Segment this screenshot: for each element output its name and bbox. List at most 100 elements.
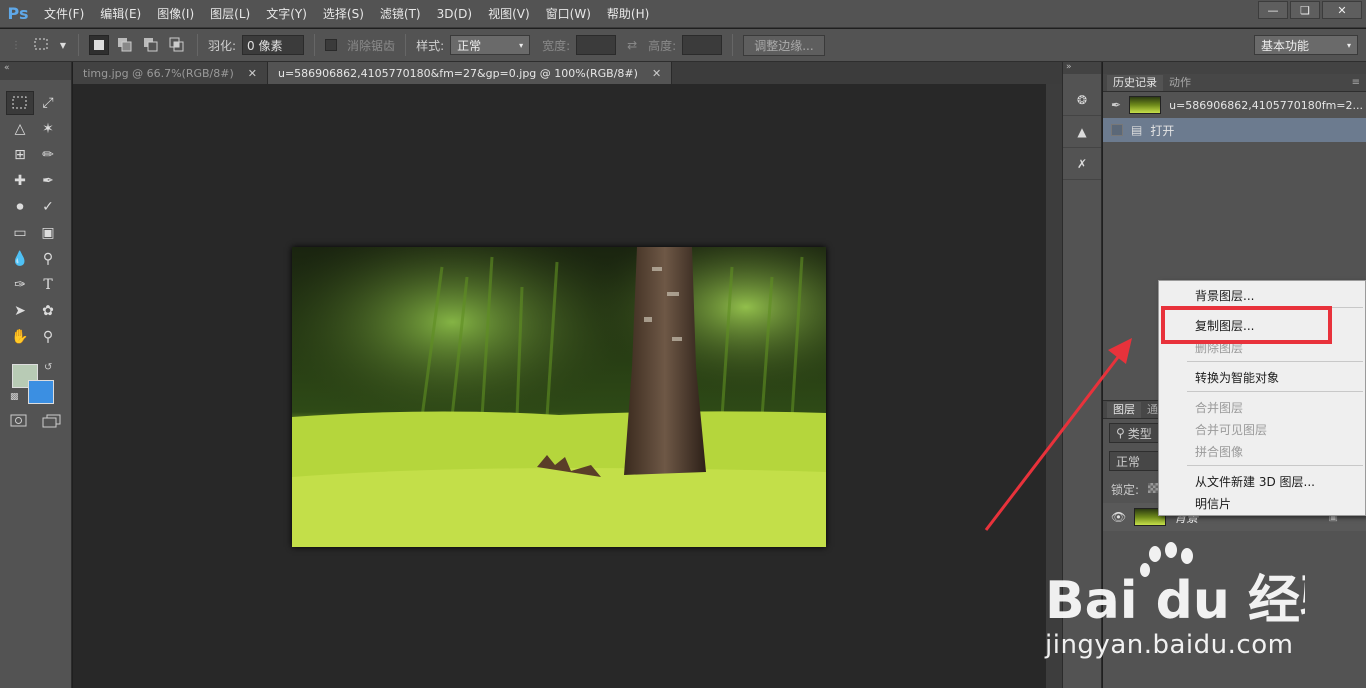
default-colors-icon[interactable]: ▩ — [10, 392, 19, 402]
zoom-tool-icon[interactable]: ⚲ — [34, 325, 62, 349]
tab-actions[interactable]: 动作 — [1163, 75, 1197, 91]
screen-mode-icon[interactable] — [42, 414, 62, 431]
menu-window[interactable]: 窗口(W) — [538, 0, 599, 28]
chevron-down-icon[interactable]: ▼ — [58, 35, 68, 55]
watermark-url: jingyan.baidu.com — [1045, 630, 1294, 660]
grass-tree-photo — [292, 247, 826, 547]
marquee-preset-icon[interactable] — [32, 35, 52, 55]
crop-tool-icon[interactable]: ⊞ — [6, 143, 34, 167]
menu-separator — [1187, 361, 1363, 362]
style-select[interactable]: 正常 ▾ — [450, 35, 531, 55]
document-icon: ▤ — [1131, 123, 1143, 137]
workspace-select[interactable]: 基本功能 ▾ — [1254, 35, 1358, 55]
updown-icon: ▾ — [519, 40, 524, 50]
divider — [314, 34, 316, 56]
hand-tool-icon[interactable]: ✋ — [6, 325, 34, 349]
quick-mask-icon[interactable] — [10, 414, 28, 431]
panel-collapse-icon[interactable]: « — [0, 62, 71, 80]
menu-layer[interactable]: 图层(L) — [202, 0, 258, 28]
menu-type[interactable]: 文字(Y) — [258, 0, 315, 28]
feather-label: 羽化: — [208, 38, 237, 53]
swap-icon[interactable]: ⇄ — [622, 35, 642, 55]
context-item-merge-layers[interactable]: 合并图层 — [1195, 399, 1243, 416]
add-selection-icon[interactable] — [115, 35, 135, 55]
intersect-selection-icon[interactable] — [167, 35, 187, 55]
rectangular-marquee-icon[interactable] — [6, 91, 34, 115]
blur-tool-icon[interactable]: 💧 — [6, 247, 34, 271]
dodge-tool-icon[interactable]: ⚲ — [34, 247, 62, 271]
new-selection-icon[interactable] — [89, 35, 109, 55]
menu-3d[interactable]: 3D(D) — [429, 0, 480, 28]
subtract-selection-icon[interactable] — [141, 35, 161, 55]
history-state[interactable]: ▤ 打开 — [1103, 118, 1366, 142]
menu-view[interactable]: 视图(V) — [480, 0, 538, 28]
context-item-background-layer[interactable]: 背景图层... — [1195, 287, 1254, 304]
magic-wand-icon[interactable]: ✶ — [34, 117, 62, 141]
tab-history[interactable]: 历史记录 — [1107, 75, 1163, 91]
height-label: 高度: — [648, 38, 677, 53]
move-tool-icon[interactable]: ⤢ — [34, 91, 62, 115]
history-panel-tabs: 历史记录 动作 ≡ — [1103, 74, 1366, 92]
close-icon[interactable]: ✕ — [652, 67, 661, 80]
tab-active-document[interactable]: u=586906862,4105770180&fm=27&gp=0.jpg @ … — [267, 62, 673, 84]
context-item-flatten-image[interactable]: 拼合图像 — [1195, 443, 1243, 460]
updown-icon: ▾ — [1346, 40, 1351, 50]
menu-select[interactable]: 选择(S) — [315, 0, 372, 28]
menu-file[interactable]: 文件(F) — [36, 0, 92, 28]
refine-edge-button[interactable]: 调整边缘... — [743, 34, 825, 56]
history-brush-icon[interactable]: ✓ — [34, 195, 62, 219]
menu-edit[interactable]: 编辑(E) — [92, 0, 149, 28]
context-item-postcard[interactable]: 明信片 — [1195, 495, 1231, 512]
panel-menu-icon[interactable]: ≡ — [1352, 77, 1360, 88]
tools-icon[interactable]: ✗ — [1063, 148, 1101, 180]
minimize-icon[interactable]: — — [1258, 1, 1288, 19]
close-icon[interactable]: ✕ — [248, 67, 257, 80]
divider — [78, 34, 79, 56]
context-item-convert-smart-object[interactable]: 转换为智能对象 — [1195, 369, 1279, 386]
histogram-icon[interactable]: ▲ — [1063, 116, 1101, 148]
history-snapshot[interactable]: ✒ u=586906862,4105770180fm=2... — [1103, 92, 1366, 118]
width-input[interactable] — [576, 35, 617, 55]
divider — [732, 34, 734, 56]
antialias-checkbox[interactable] — [325, 39, 338, 51]
menu-help[interactable]: 帮助(H) — [599, 0, 657, 28]
swap-colors-icon[interactable]: ↺ — [44, 362, 52, 373]
close-icon[interactable]: ✕ — [1322, 1, 1362, 19]
polygonal-lasso-icon[interactable]: △ — [6, 117, 34, 141]
eraser-icon[interactable]: ▭ — [6, 221, 34, 245]
clone-stamp-icon[interactable]: ⏺ — [6, 195, 34, 219]
photoshop-logo: Ps — [7, 4, 29, 23]
eyedropper-icon[interactable]: ✏ — [34, 143, 62, 167]
brush-tool-icon[interactable]: ✒ — [34, 169, 62, 193]
context-item-new-3d-layer[interactable]: 从文件新建 3D 图层... — [1195, 473, 1315, 490]
menu-separator — [1187, 465, 1363, 466]
custom-shape-icon[interactable]: ✿ — [34, 299, 62, 323]
expand-panels-icon[interactable]: » — [1063, 62, 1101, 74]
feather-input[interactable]: 0 像素 — [242, 35, 305, 55]
state-checkbox[interactable] — [1111, 124, 1123, 136]
height-input[interactable] — [682, 35, 723, 55]
document-image[interactable] — [292, 247, 826, 547]
divider — [197, 34, 198, 56]
history-brush-source-icon[interactable]: ✒ — [1111, 98, 1121, 112]
navigator-icon[interactable]: ❂ — [1063, 84, 1101, 116]
gradient-tool-icon[interactable]: ▣ — [34, 221, 62, 245]
tab-timg[interactable]: timg.jpg @ 66.7%(RGB/8#) ✕ — [73, 62, 268, 84]
path-selection-icon[interactable]: ➤ — [6, 299, 34, 323]
pen-tool-icon[interactable]: ✑ — [6, 273, 34, 297]
tools-panel: « ⤢ △ ✶ ⊞ ✏ ✚ ✒ ⏺ ✓ ▭ ▣ 💧 ⚲ ✑ T ➤ ✿ ✋ ⚲ … — [0, 62, 72, 688]
menu-image[interactable]: 图像(I) — [149, 0, 202, 28]
type-tool-icon[interactable]: T — [34, 273, 62, 297]
snapshot-name: u=586906862,4105770180fm=2... — [1169, 98, 1364, 112]
panel-header — [1103, 62, 1366, 74]
restore-icon[interactable]: ❏ — [1290, 1, 1320, 19]
healing-brush-icon[interactable]: ✚ — [6, 169, 34, 193]
context-item-merge-visible[interactable]: 合并可见图层 — [1195, 421, 1267, 438]
style-value: 正常 — [457, 38, 482, 53]
background-color-swatch[interactable] — [28, 380, 54, 404]
grip — [0, 80, 71, 90]
tab-label: u=586906862,4105770180&fm=27&gp=0.jpg @ … — [277, 66, 638, 80]
width-label: 宽度: — [542, 38, 571, 53]
tab-label: timg.jpg @ 66.7%(RGB/8#) — [83, 66, 234, 80]
menu-filter[interactable]: 滤镜(T) — [372, 0, 429, 28]
